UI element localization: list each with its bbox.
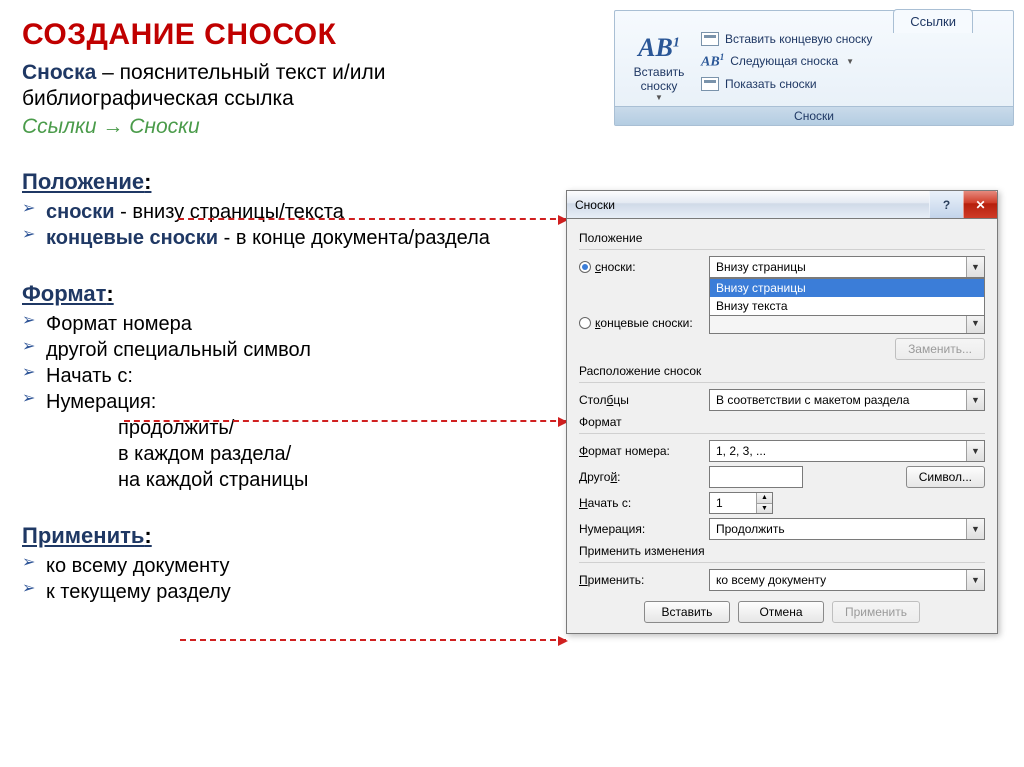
arrow-to-format — [124, 420, 566, 422]
next-footnote-button[interactable]: AB1 Следующая сноска ▼ — [701, 49, 1007, 74]
radio-icon — [579, 317, 591, 329]
other-symbol-input[interactable] — [709, 466, 803, 488]
columns-label: Столбцы — [579, 393, 709, 407]
chevron-down-icon: ▼ — [966, 570, 984, 590]
dropdown-item[interactable]: Внизу текста — [710, 297, 984, 315]
menu-path: Ссылки → Сноски — [22, 115, 552, 139]
num-format-label: Формат номера: — [579, 444, 709, 458]
definition: Сноска – пояснительный текст и/или библи… — [22, 60, 552, 113]
section-title: Положение — [22, 169, 151, 194]
group-apply: Применить изменения — [579, 544, 985, 558]
radio-endnotes[interactable]: концевые сноски: — [579, 316, 709, 330]
other-label: Другой: — [579, 470, 709, 484]
divider — [579, 433, 985, 434]
insert-footnote-button[interactable]: AB1 Вставить сноску ▼ — [621, 29, 697, 106]
ribbon-item-list: Вставить концевую сноску AB1 Следующая с… — [697, 29, 1007, 106]
group-layout: Расположение сносок — [579, 364, 985, 378]
start-at-spinner[interactable]: 1 ▲ ▼ — [709, 492, 773, 514]
start-at-label: Начать с: — [579, 496, 709, 510]
ribbon-tab[interactable]: Ссылки — [893, 9, 973, 33]
spin-up-icon[interactable]: ▲ — [756, 493, 772, 503]
show-footnotes-button[interactable]: Показать сноски — [701, 74, 1007, 94]
cancel-button[interactable]: Отмена — [738, 601, 824, 623]
list-item: к текущему разделу — [22, 579, 552, 605]
chevron-down-icon: ▼ — [966, 257, 984, 277]
chevron-down-icon: ▼ — [966, 519, 984, 539]
dropdown-item[interactable]: Внизу страницы — [710, 279, 984, 297]
divider — [579, 562, 985, 563]
apply-to-combo[interactable]: ко всему документу ▼ — [709, 569, 985, 591]
radio-footnotes[interactable]: сноски: — [579, 260, 709, 274]
page-title: СОЗДАНИЕ СНОСОК — [22, 18, 552, 52]
footnote-ab-icon: AB1 — [638, 33, 680, 63]
section-title: Формат — [22, 281, 114, 306]
list-item: ко всему документу — [22, 553, 552, 579]
footnote-ab-small-icon: AB1 — [701, 52, 724, 71]
list-item: Формат номера — [22, 311, 552, 337]
replace-button[interactable]: Заменить... — [895, 338, 985, 360]
group-position: Положение — [579, 231, 985, 245]
numbering-label: Нумерация: — [579, 522, 709, 536]
dialog-titlebar[interactable]: Сноски ? ✕ — [567, 191, 997, 219]
footnotes-dropdown: Внизу страницы Внизу текста — [709, 278, 985, 316]
footnotes-position-combo[interactable]: Внизу страницы ▼ Внизу страницы Внизу те… — [709, 256, 985, 278]
section-apply: Применить ко всему документу к текущему … — [22, 523, 552, 605]
list-item: Начать с: — [22, 363, 552, 389]
insert-button[interactable]: Вставить — [644, 601, 730, 623]
sub-item: в каждом раздела/ — [118, 441, 552, 467]
section-position: Положение сноски - внизу страницы/текста… — [22, 169, 552, 251]
chevron-down-icon: ▼ — [966, 390, 984, 410]
sub-item: продолжить/ — [118, 415, 552, 441]
apply-to-label: Применить: — [579, 573, 709, 587]
num-format-combo[interactable]: 1, 2, 3, ... ▼ — [709, 440, 985, 462]
endnote-icon — [701, 32, 719, 46]
apply-button[interactable]: Применить — [832, 601, 920, 623]
ribbon-group-title: Сноски — [615, 106, 1013, 125]
arrow-to-apply — [180, 639, 566, 641]
section-title: Применить — [22, 523, 152, 548]
divider — [579, 249, 985, 250]
columns-combo[interactable]: В соответствии с макетом раздела ▼ — [709, 389, 985, 411]
sub-item: на каждой страницы — [118, 467, 552, 493]
ribbon: Ссылки AB1 Вставить сноску ▼ Вставить ко… — [614, 10, 1014, 126]
divider — [579, 382, 985, 383]
help-button[interactable]: ? — [929, 191, 963, 218]
numbering-combo[interactable]: Продолжить ▼ — [709, 518, 985, 540]
group-format: Формат — [579, 415, 985, 429]
list-item: Нумерация: — [22, 389, 552, 415]
symbol-button[interactable]: Символ... — [906, 466, 985, 488]
list-item: сноски - внизу страницы/текста — [22, 199, 552, 225]
chevron-down-icon: ▼ — [966, 441, 984, 461]
chevron-down-icon: ▼ — [966, 313, 984, 333]
list-item: другой специальный символ — [22, 337, 552, 363]
footnotes-dialog: Сноски ? ✕ Положение сноски: Внизу стран… — [566, 190, 998, 634]
chevron-down-icon: ▼ — [655, 93, 663, 102]
slide-content: СОЗДАНИЕ СНОСОК Сноска – пояснительный т… — [22, 18, 552, 605]
close-button[interactable]: ✕ — [963, 191, 997, 218]
chevron-down-icon: ▼ — [846, 57, 854, 66]
dialog-title: Сноски — [575, 198, 615, 212]
section-format: Формат Формат номера другой специальный … — [22, 281, 552, 493]
def-term: Сноска — [22, 61, 96, 84]
list-item: концевые сноски - в конце документа/разд… — [22, 225, 552, 251]
spin-down-icon[interactable]: ▼ — [756, 503, 772, 514]
radio-icon — [579, 261, 591, 273]
show-icon — [701, 77, 719, 91]
arrow-to-position — [178, 218, 566, 220]
